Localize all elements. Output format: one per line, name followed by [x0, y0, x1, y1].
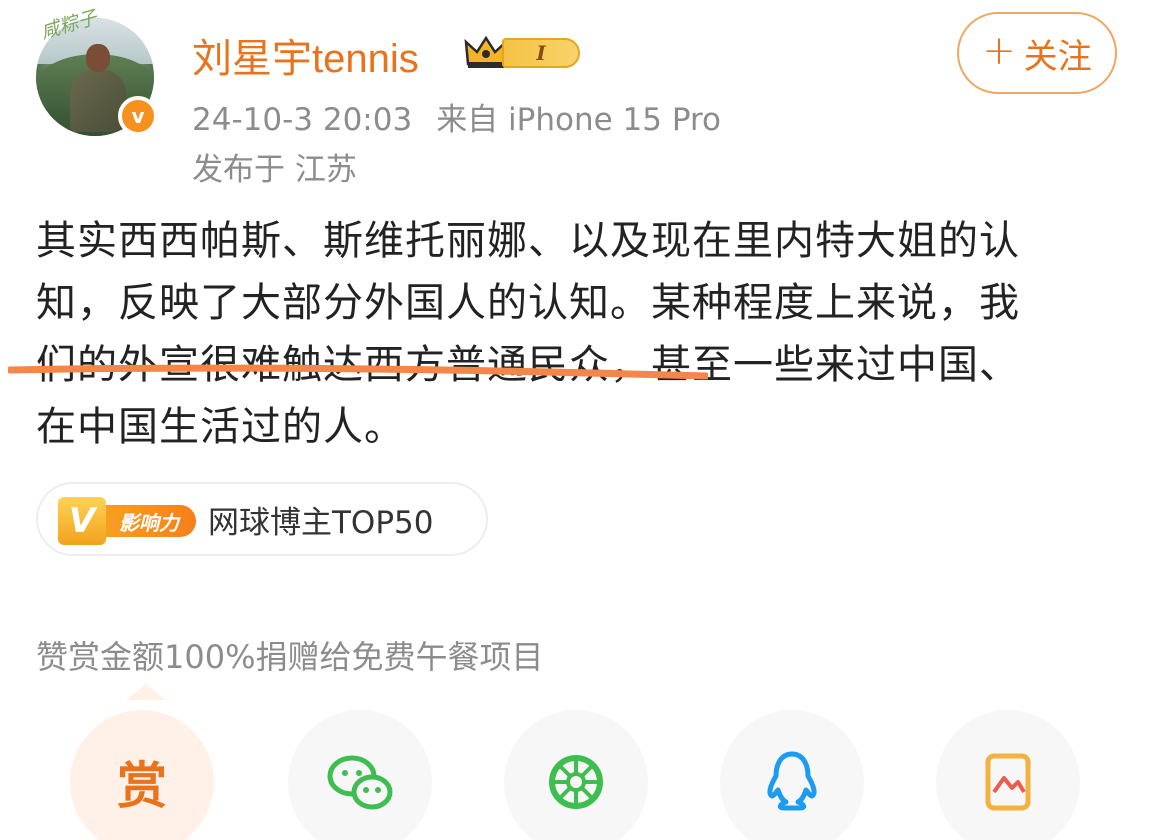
v-icon: V [58, 497, 106, 545]
share-moments-button[interactable] [504, 710, 648, 840]
qq-icon [767, 751, 817, 811]
post-meta: 24-10-3 20:03 来自 iPhone 15 Pro [192, 94, 721, 139]
influence-tag[interactable]: 影响力 V 网球博主TOP50 [36, 482, 488, 556]
post-location: 发布于 江苏 [192, 152, 357, 188]
influence-badge: 影响力 V [58, 497, 196, 545]
reward-pointer [126, 684, 166, 700]
share-wechat-button[interactable] [288, 710, 432, 840]
post-line: 其实西西帕斯、斯维托丽娜、以及现在里内特大姐的认 [36, 218, 1020, 264]
follow-button[interactable]: + 关注 [957, 12, 1117, 94]
influence-badge-label: 影响力 [92, 505, 196, 537]
avatar[interactable]: 咸粽子 v [36, 7, 160, 138]
share-qq-button[interactable] [720, 710, 864, 840]
username[interactable]: 刘星宇tennis [192, 26, 419, 84]
post-date: 24-10-3 20:03 [192, 102, 413, 138]
highlight-underline [8, 364, 708, 380]
qzone-icon [985, 753, 1031, 811]
reward-note: 赞赏金额100%捐赠给免费午餐项目 [36, 638, 544, 676]
post-line: 在中国生活过的人。 [36, 404, 405, 450]
reward-button[interactable]: 赏 [70, 710, 214, 840]
reward-label: 赏 [117, 757, 167, 815]
wechat-icon [327, 755, 393, 810]
moments-icon [549, 755, 603, 809]
verified-badge-icon: v [118, 96, 158, 136]
post-source: 来自 iPhone 15 Pro [436, 102, 722, 138]
level-tag: I [502, 38, 580, 68]
follow-button-label: 关注 [1023, 36, 1092, 77]
plus-icon: + [982, 28, 1016, 74]
share-row: 赏 [0, 700, 1152, 840]
post-line: 知，反映了大部分外国人的认知。某种程度上来说，我 [36, 280, 1020, 326]
influence-text: 网球博主TOP50 [208, 504, 434, 541]
share-qzone-button[interactable] [936, 710, 1080, 840]
member-level-badge[interactable]: I [462, 30, 582, 72]
post-text: 其实西西帕斯、斯维托丽娜、以及现在里内特大姐的认 知，反映了大部分外国人的认知。… [36, 210, 1126, 458]
